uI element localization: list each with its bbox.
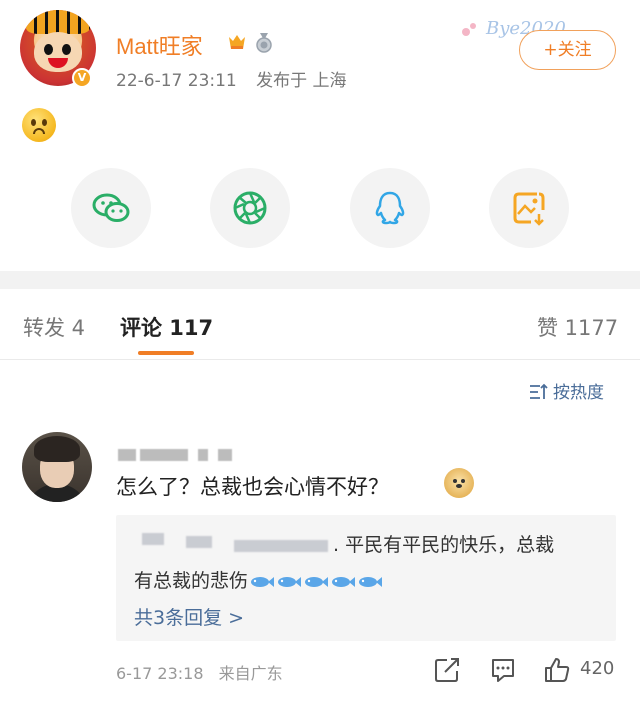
moments-icon — [233, 191, 267, 225]
reply-text-line1: . 平民有平民的快乐，总裁 — [333, 534, 555, 556]
tab-repost[interactable]: 转发 4 — [23, 312, 85, 342]
upside-down-face-icon — [22, 108, 56, 142]
commenter-name-redacted[interactable] — [198, 449, 208, 461]
comment-time: 6-17 23:18 — [116, 664, 204, 683]
save-image-icon — [513, 192, 545, 226]
save-image-button[interactable] — [489, 168, 569, 248]
author-name[interactable]: Matt旺家 — [116, 29, 203, 61]
commenter-name-redacted[interactable] — [140, 449, 188, 461]
commenter-name-redacted[interactable] — [118, 449, 136, 461]
active-tab-indicator — [138, 351, 194, 355]
sort-icon — [530, 383, 548, 399]
fish-emoji-icon — [332, 577, 356, 587]
reply-comment-icon[interactable] — [489, 656, 517, 684]
share-comment-icon[interactable] — [433, 656, 461, 684]
post-meta: 22-6-17 23:11 发布于 上海 — [116, 66, 347, 91]
follow-button[interactable]: +关注 — [519, 30, 616, 70]
reply-text-line2-text: 有总裁的悲伤 — [134, 570, 249, 592]
doge-emoji-icon — [444, 468, 474, 498]
commenter-avatar[interactable] — [22, 432, 92, 502]
fish-emoji-icon — [305, 577, 329, 587]
reply-author-redacted[interactable] — [186, 536, 212, 548]
reply-text-line2: 有总裁的悲伤 — [134, 566, 383, 593]
fish-emoji-icon — [278, 577, 302, 587]
wechat-icon — [92, 193, 130, 222]
medal-badge-icon — [256, 33, 272, 53]
post-date: 22-6-17 23:11 — [116, 71, 237, 91]
share-moments-button[interactable] — [210, 168, 290, 248]
like-icon[interactable] — [543, 656, 571, 684]
avatar-eye — [62, 44, 71, 55]
tiger-hat — [26, 10, 90, 34]
divider — [0, 359, 640, 360]
sort-button[interactable]: 按热度 — [528, 378, 604, 403]
share-qq-button[interactable] — [350, 168, 430, 248]
comment-source: 来自广东 — [218, 664, 283, 683]
crown-badge-icon — [229, 35, 245, 49]
section-separator — [0, 271, 640, 289]
comment-text: 怎么了？总裁也会心情不好？ — [116, 475, 389, 499]
fish-emoji-icon — [359, 577, 383, 587]
post-location: 发布于 上海 — [256, 71, 347, 91]
commenter-name-redacted[interactable] — [218, 449, 232, 461]
qq-icon — [375, 191, 405, 225]
reply-author-redacted[interactable] — [234, 540, 328, 552]
reply-author-redacted[interactable] — [142, 533, 164, 545]
tab-comments[interactable]: 评论 117 — [120, 312, 213, 342]
avatar-mouth — [48, 58, 68, 68]
sort-label: 按热度 — [553, 383, 604, 403]
avatar-eye — [44, 44, 53, 55]
comment-meta: 6-17 23:18 来自广东 — [116, 660, 283, 684]
verified-badge-icon: V — [72, 68, 92, 88]
fish-emoji-icon — [251, 577, 275, 587]
share-wechat-button[interactable] — [71, 168, 151, 248]
avatar-face — [34, 32, 82, 72]
tab-likes[interactable]: 赞 1177 — [537, 312, 618, 342]
view-replies-link[interactable]: 共3条回复 > — [134, 603, 244, 630]
like-count: 420 — [580, 658, 615, 679]
